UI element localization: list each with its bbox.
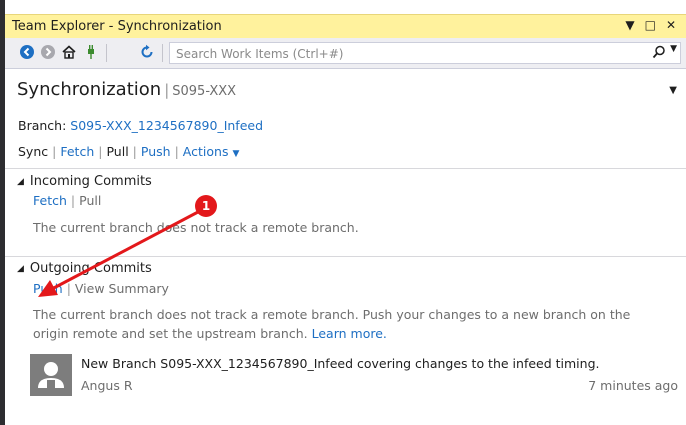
outgoing-links: Push | View Summary: [33, 281, 169, 296]
window-title: Team Explorer - Synchronization: [12, 19, 222, 34]
team-explorer-window: Team Explorer - Synchronization ▼ □ ✕ Se…: [0, 0, 686, 425]
search-input[interactable]: [170, 45, 646, 63]
outgoing-message: The current branch does not track a remo…: [33, 305, 630, 343]
pull-link[interactable]: Pull: [106, 144, 128, 159]
incoming-pull-link[interactable]: Pull: [79, 193, 101, 208]
search-icon[interactable]: [652, 45, 666, 59]
commit-time: 7 minutes ago: [588, 378, 678, 393]
commit-title[interactable]: New Branch S095-XXX_1234567890_Infeed co…: [81, 356, 600, 371]
fetch-link[interactable]: Fetch: [60, 144, 94, 159]
outgoing-message-line1: The current branch does not track a remo…: [33, 307, 631, 322]
annotation-badge: 1: [195, 195, 217, 217]
branch-line: Branch: S095-XXX_1234567890_Infeed: [18, 118, 263, 133]
incoming-commits-header[interactable]: ◢ Incoming Commits: [17, 174, 152, 189]
home-icon[interactable]: [61, 44, 77, 60]
separator: |: [52, 144, 57, 159]
toolbar-separator: [162, 44, 163, 62]
toolbar: ▼: [5, 38, 686, 69]
outgoing-message-line2: origin remote and set the upstream branc…: [33, 326, 308, 341]
pin-icon[interactable]: □: [645, 18, 656, 32]
collapse-triangle-icon: ◢: [17, 177, 24, 187]
outgoing-commits-header[interactable]: ◢ Outgoing Commits: [17, 261, 152, 276]
search-dropdown-icon[interactable]: ▼: [670, 44, 677, 54]
actions-label: Actions: [182, 144, 229, 159]
outgoing-push-link[interactable]: Push: [33, 281, 63, 296]
view-summary-link[interactable]: View Summary: [75, 281, 169, 296]
branch-name-link[interactable]: S095-XXX_1234567890_Infeed: [70, 118, 263, 133]
separator: |: [174, 144, 179, 159]
commit-author: Angus R: [81, 378, 133, 393]
title-bar: Team Explorer - Synchronization ▼ □ ✕: [5, 14, 686, 38]
separator: |: [98, 144, 103, 159]
collapse-triangle-icon: ◢: [17, 264, 24, 274]
section-divider: [5, 168, 686, 169]
learn-more-link[interactable]: Learn more.: [312, 326, 387, 341]
refresh-icon[interactable]: [139, 44, 155, 60]
back-icon[interactable]: [19, 44, 35, 60]
sync-actions: Sync | Fetch | Pull | Push | Actions ▼: [18, 144, 239, 159]
toolbar-separator: [106, 44, 107, 62]
header-separator: |: [164, 81, 170, 99]
actions-menu[interactable]: Actions ▼: [183, 144, 240, 159]
separator: |: [132, 144, 137, 159]
chevron-down-icon: ▼: [232, 149, 240, 159]
incoming-links: Fetch | Pull: [33, 193, 101, 208]
dropdown-icon[interactable]: ▼: [625, 18, 634, 32]
section-divider: [5, 256, 686, 257]
repository-name: S095-XXX: [172, 84, 237, 99]
incoming-message: The current branch does not track a remo…: [33, 220, 359, 235]
close-icon[interactable]: ✕: [666, 18, 676, 32]
incoming-fetch-link[interactable]: Fetch: [33, 193, 67, 208]
connect-icon[interactable]: [83, 44, 99, 60]
branch-label: Branch:: [18, 118, 67, 133]
sync-link[interactable]: Sync: [18, 144, 48, 159]
incoming-commits-title: Incoming Commits: [29, 174, 152, 189]
separator: |: [70, 193, 76, 208]
push-link[interactable]: Push: [141, 144, 171, 159]
page-title: Synchronization: [17, 79, 162, 100]
page-header: Synchronization | S095-XXX ▼: [17, 79, 677, 105]
forward-icon[interactable]: [40, 44, 56, 60]
page-dropdown-icon[interactable]: ▼: [669, 85, 677, 96]
outgoing-commits-title: Outgoing Commits: [29, 261, 152, 276]
avatar: [30, 354, 72, 396]
search-box: ▼: [169, 42, 681, 64]
separator: |: [66, 281, 71, 296]
